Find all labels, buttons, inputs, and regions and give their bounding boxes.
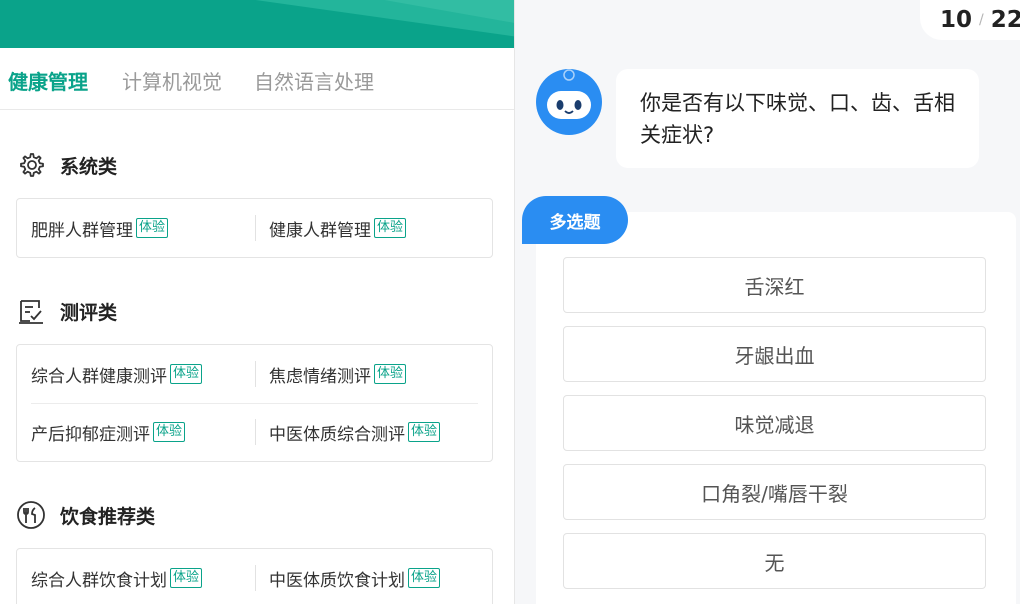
item-comprehensive-diet[interactable]: 综合人群饮食计划 体验	[31, 549, 203, 604]
card-assessment: 综合人群健康测评 体验 焦虑情绪测评 体验 产后抑郁症测评 体验 中医体质综合测…	[16, 344, 493, 462]
card-row: 综合人群饮食计划 体验 中医体质饮食计划 体验	[17, 549, 492, 604]
gear-icon	[16, 150, 46, 180]
progress-total: 22	[990, 7, 1020, 33]
section-title-diet: 饮食推荐类	[16, 500, 155, 530]
section-title-system: 系统类	[16, 150, 117, 180]
card-system: 肥胖人群管理 体验 健康人群管理 体验	[16, 198, 493, 258]
item-postpartum-assessment[interactable]: 产后抑郁症测评 体验	[31, 403, 186, 461]
try-badge: 体验	[170, 568, 203, 588]
section-label: 系统类	[60, 155, 118, 178]
category-tabs: 健康管理 计算机视觉 自然语言处理	[0, 48, 514, 110]
option-cracked-lips[interactable]: 口角裂/嘴唇干裂	[563, 464, 986, 520]
item-obesity-management[interactable]: 肥胖人群管理 体验	[31, 199, 169, 257]
item-label: 综合人群饮食计划	[31, 570, 167, 591]
section-label: 测评类	[60, 301, 118, 324]
tab-computer-vision[interactable]: 计算机视觉	[122, 66, 222, 95]
divider	[255, 361, 256, 387]
app-root: 健康管理 计算机视觉 自然语言处理 系统类 肥胖人群管理 体验 健康人群管理 体…	[0, 0, 1020, 604]
divider	[255, 419, 256, 445]
option-none[interactable]: 无	[563, 533, 986, 589]
option-taste-loss[interactable]: 味觉减退	[563, 395, 986, 451]
robot-avatar	[536, 69, 602, 135]
try-badge: 体验	[153, 422, 186, 442]
item-healthy-management[interactable]: 健康人群管理 体验	[269, 199, 407, 257]
question-type-badge: 多选题	[522, 196, 628, 244]
utensils-icon	[16, 500, 46, 530]
question-bubble: 你是否有以下味觉、口、齿、舌相关症状?	[616, 69, 979, 168]
item-label: 产后抑郁症测评	[31, 424, 150, 445]
try-badge: 体验	[136, 218, 169, 238]
item-anxiety-assessment[interactable]: 焦虑情绪测评 体验	[269, 345, 407, 403]
item-label: 健康人群管理	[269, 220, 371, 241]
section-label: 饮食推荐类	[60, 505, 156, 528]
left-panel: 健康管理 计算机视觉 自然语言处理 系统类 肥胖人群管理 体验 健康人群管理 体…	[0, 0, 515, 604]
item-label: 肥胖人群管理	[31, 220, 133, 241]
tab-health-management[interactable]: 健康管理	[8, 66, 88, 95]
clipboard-check-icon	[16, 296, 46, 326]
card-row: 综合人群健康测评 体验 焦虑情绪测评 体验	[17, 345, 492, 403]
tab-nlp[interactable]: 自然语言处理	[254, 66, 374, 95]
option-gum-bleeding[interactable]: 牙龈出血	[563, 326, 986, 382]
try-badge: 体验	[374, 218, 407, 238]
progress-separator: /	[979, 12, 984, 28]
progress-current: 10	[940, 7, 973, 33]
item-tcm-assessment[interactable]: 中医体质综合测评 体验	[269, 403, 441, 461]
chat-panel: 10 / 22 你是否有以下味觉、口、齿、舌相关症状? 多选题 舌深红 牙龈出血…	[515, 0, 1020, 604]
card-row: 肥胖人群管理 体验 健康人群管理 体验	[17, 199, 492, 257]
divider	[255, 215, 256, 241]
item-label: 综合人群健康测评	[31, 366, 167, 387]
header-banner	[0, 0, 514, 48]
item-comprehensive-assessment[interactable]: 综合人群健康测评 体验	[31, 345, 203, 403]
try-badge: 体验	[408, 568, 441, 588]
option-deep-red-tongue[interactable]: 舌深红	[563, 257, 986, 313]
card-diet: 综合人群饮食计划 体验 中医体质饮食计划 体验	[16, 548, 493, 604]
try-badge: 体验	[408, 422, 441, 442]
card-row: 产后抑郁症测评 体验 中医体质综合测评 体验	[17, 403, 492, 461]
item-tcm-diet[interactable]: 中医体质饮食计划 体验	[269, 549, 441, 604]
section-title-assessment: 测评类	[16, 296, 117, 326]
try-badge: 体验	[374, 364, 407, 384]
item-label: 中医体质综合测评	[269, 424, 405, 445]
try-badge: 体验	[170, 364, 203, 384]
question-progress: 10 / 22	[920, 0, 1020, 40]
divider	[255, 565, 256, 591]
item-label: 中医体质饮食计划	[269, 570, 405, 591]
item-label: 焦虑情绪测评	[269, 366, 371, 387]
